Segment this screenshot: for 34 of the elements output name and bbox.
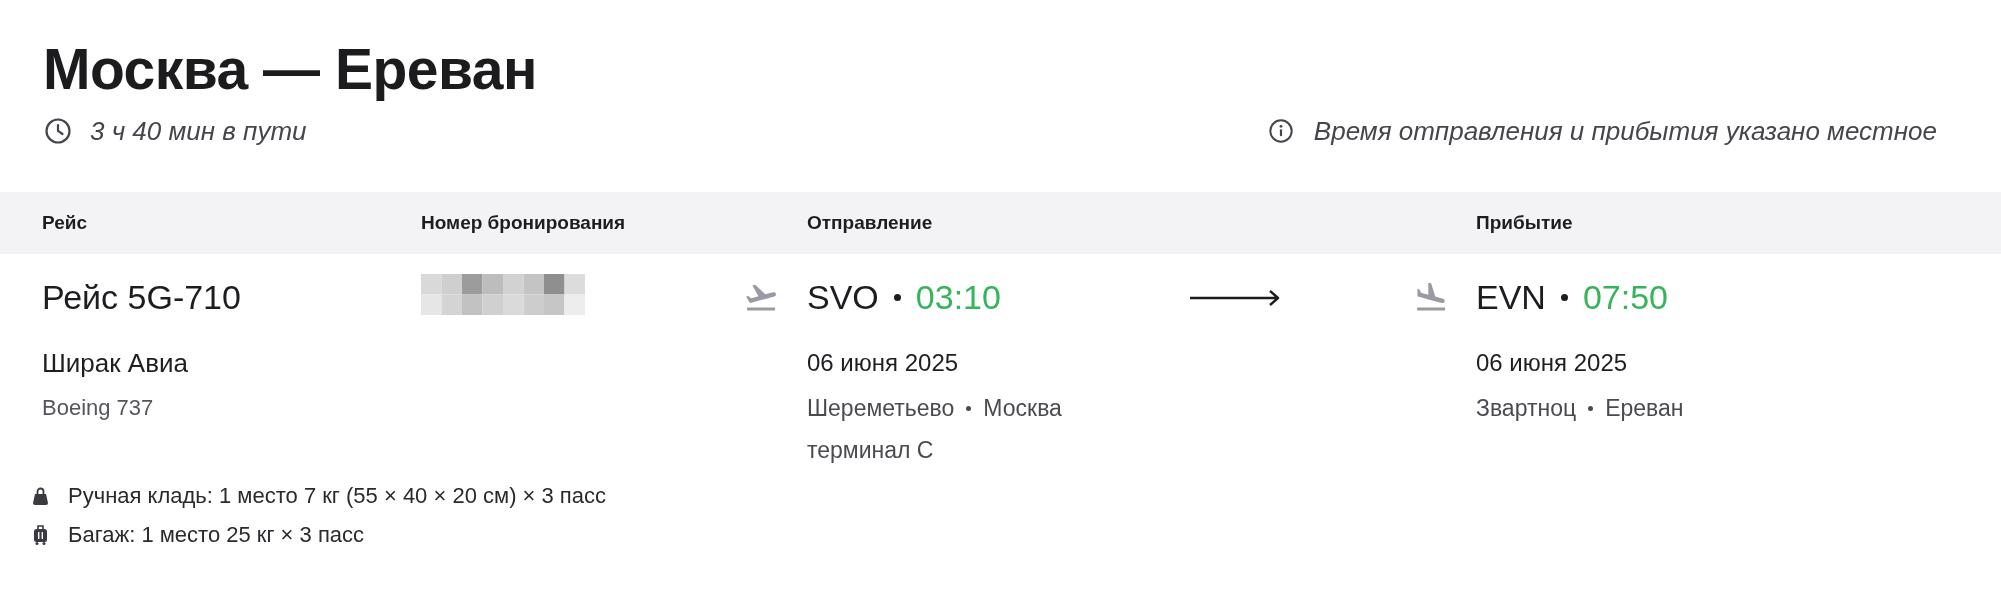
separator-dot-icon (1560, 293, 1568, 301)
departure-time: 03:10 (915, 277, 1001, 318)
flight-date: 06 июня 2025 (1476, 348, 1628, 378)
flight-date: 06 июня 2025 (807, 348, 959, 378)
airport-name: Звартноц (1476, 394, 1577, 423)
suitcase-icon (33, 524, 48, 545)
aircraft-model: Boeing 737 (42, 394, 154, 422)
separator-dot-icon (893, 293, 901, 301)
baggage-allowance: Багаж: 1 место 25 кг × 3 пасс (68, 521, 365, 549)
travel-duration: 3 ч 40 мин в пути (90, 115, 307, 148)
arrival-airport-code: EVN (1476, 277, 1546, 318)
clock-icon (45, 118, 71, 144)
airport-name: Шереметьево (807, 394, 955, 423)
flight-number: Рейс 5G-710 (42, 277, 241, 318)
column-header: Отправление (807, 212, 933, 234)
city-name: Ереван (1605, 394, 1684, 423)
column-header: Прибытие (1476, 212, 1573, 234)
separator-dot-icon (1588, 405, 1594, 411)
departure-airport-code: SVO (807, 277, 879, 318)
plane-takeoff-icon (746, 283, 777, 311)
right-arrow-icon (1190, 290, 1281, 306)
route-title: Москва — Ереван (43, 37, 537, 101)
baggage-allowance: Ручная кладь: 1 место 7 кг (55 × 40 × 20 см) × 3 пасс (68, 482, 607, 510)
airline-name: Ширак Авиа (42, 347, 188, 379)
local-time-note: Время отправления и прибытия указано местное (1313, 115, 1937, 148)
city-name: Москва (983, 394, 1062, 423)
column-header: Номер бронирования (421, 212, 626, 234)
info-icon (1268, 119, 1293, 143)
column-header: Рейс (42, 212, 87, 234)
arrival-time: 07:50 (1582, 277, 1668, 318)
handbag-icon (33, 486, 48, 505)
separator-dot-icon (966, 405, 972, 411)
plane-landing-icon (1416, 283, 1447, 311)
terminal-label: терминал C (807, 436, 934, 465)
